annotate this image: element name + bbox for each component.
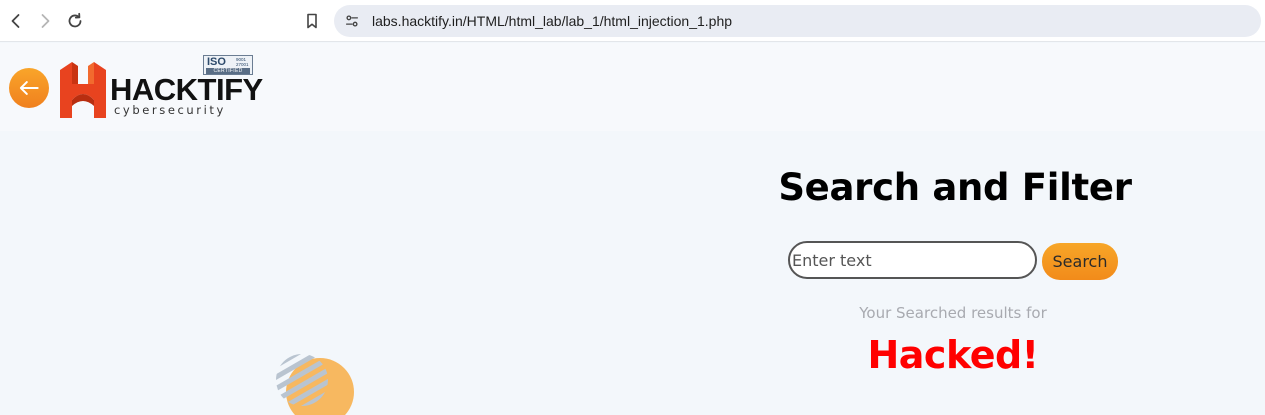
results-label: Your Searched results for <box>859 304 1047 322</box>
logo-subtitle: cybersecurity <box>114 103 226 117</box>
iso-number: 9001 27001 <box>236 57 249 67</box>
iso-label: ISO <box>207 56 226 68</box>
back-icon[interactable] <box>4 9 28 33</box>
page-title: Search and Filter <box>778 166 1132 209</box>
bookmark-icon[interactable] <box>300 9 324 33</box>
reload-icon[interactable] <box>63 9 87 33</box>
hacktify-logo[interactable]: HACKTIFY cybersecurity ISO 9001 27001 CE… <box>58 54 263 120</box>
browser-toolbar: labs.hacktify.in/HTML/html_lab/lab_1/htm… <box>0 0 1265 42</box>
address-bar[interactable]: labs.hacktify.in/HTML/html_lab/lab_1/htm… <box>334 5 1261 37</box>
forward-icon[interactable] <box>33 9 57 33</box>
url-text[interactable]: labs.hacktify.in/HTML/html_lab/lab_1/htm… <box>372 13 732 29</box>
logo-wordmark: HACKTIFY <box>110 72 263 107</box>
arrow-left-circle-icon[interactable] <box>9 68 49 108</box>
hacktify-logo-mark <box>60 62 106 118</box>
iso-certified-badge: ISO 9001 27001 CERTIFIED <box>203 55 253 75</box>
iso-certified-label: CERTIFIED <box>206 68 250 74</box>
site-info-icon[interactable] <box>340 9 364 33</box>
results-term: Hacked! <box>867 333 1039 377</box>
search-input[interactable] <box>788 241 1037 279</box>
search-button[interactable]: Search <box>1042 243 1118 280</box>
decorative-circle-illustration <box>276 352 356 415</box>
